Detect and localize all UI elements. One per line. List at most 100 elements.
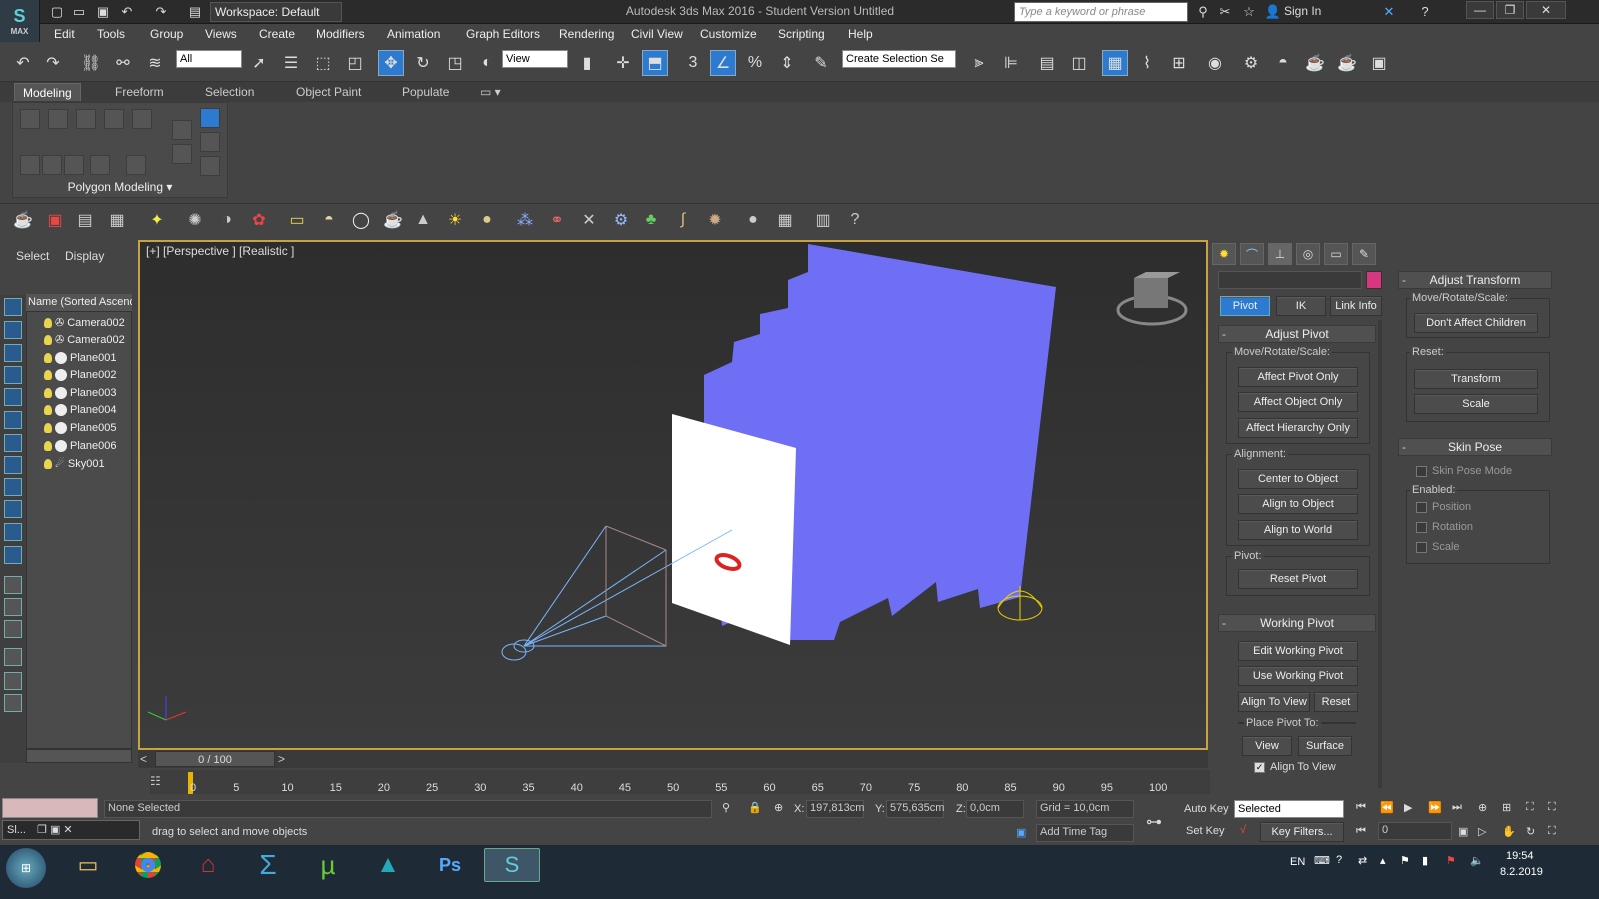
scale-checkbox[interactable] <box>1416 542 1427 553</box>
next-frame-icon[interactable]: > <box>278 752 285 766</box>
tray-expand-icon[interactable]: ▴ <box>1380 854 1386 867</box>
scene-tab-select[interactable]: Select <box>16 249 49 263</box>
collapse-icon[interactable]: - <box>1222 327 1226 341</box>
maximize-button[interactable]: ❐ <box>1496 1 1524 19</box>
hierarchy-tab-icon[interactable]: ⊥ <box>1268 243 1292 265</box>
menu-rendering[interactable]: Rendering <box>559 27 614 41</box>
align-to-view-checkbox[interactable]: ✓ <box>1254 762 1265 773</box>
list-item[interactable]: Plane004 <box>44 401 132 418</box>
time-slider[interactable]: 0 / 100 <box>155 751 275 767</box>
menu-edit[interactable]: Edit <box>54 27 75 41</box>
orbit-icon[interactable]: ↻ <box>1526 825 1535 838</box>
display-none-icon[interactable] <box>4 298 22 316</box>
sun-icon[interactable]: ☀ <box>442 207 468 233</box>
open-folder-icon[interactable]: ▭ <box>70 3 88 21</box>
stack-icon[interactable] <box>4 694 22 712</box>
key-mode-toggle-icon[interactable]: ⏮ <box>1356 825 1366 838</box>
play-icon[interactable]: ▶ <box>1404 801 1412 814</box>
filter-spacewarps-icon[interactable] <box>4 434 22 452</box>
clock-time[interactable]: 19:54 <box>1506 850 1534 862</box>
panel-scrollbar[interactable] <box>1378 320 1382 788</box>
sphere-icon[interactable]: ◯ <box>348 207 374 233</box>
select-object-icon[interactable]: ➚ <box>246 50 272 76</box>
rollout-adjust-pivot[interactable]: Adjust Pivot <box>1218 325 1376 343</box>
user-icon[interactable]: 👤 <box>1264 3 1282 21</box>
reset-button[interactable]: Reset <box>1314 692 1358 712</box>
menu-help[interactable]: Help <box>848 27 873 41</box>
maxscript-listener[interactable] <box>2 798 98 818</box>
tangent-icon[interactable]: √ <box>1240 824 1246 836</box>
track-bar[interactable] <box>150 770 1210 794</box>
align-to-object-button[interactable]: Align to Object <box>1238 494 1358 514</box>
add-time-tag-button[interactable]: Add Time Tag <box>1036 824 1134 842</box>
tab-ik[interactable]: IK <box>1276 296 1326 316</box>
list-item[interactable]: Plane005 <box>44 419 132 436</box>
tray-app-icon[interactable]: ⇄ <box>1358 854 1367 867</box>
layer-explorer-icon[interactable]: ▤ <box>1034 50 1060 76</box>
utilities-tab-icon[interactable]: ✎ <box>1352 243 1376 265</box>
column-header-name[interactable]: Name (Sorted Ascend <box>26 294 132 312</box>
current-frame-field[interactable]: 0 <box>1378 822 1452 840</box>
light-bulb-icon[interactable] <box>44 404 52 415</box>
document-icon[interactable] <box>4 620 22 638</box>
tab-object-paint[interactable]: Object Paint <box>296 85 361 99</box>
link-icon[interactable]: ⛓ <box>78 50 104 76</box>
filter-xrefs-icon[interactable] <box>4 478 22 496</box>
tab-selection[interactable]: Selection <box>205 85 254 99</box>
collapse-icon[interactable]: - <box>1222 616 1226 630</box>
poly-tool-icon[interactable] <box>104 109 124 129</box>
script-mini-window[interactable]: Sl... ❐ ▣ ✕ <box>2 820 140 840</box>
rendered-frame-window-icon[interactable]: ◓ <box>1270 50 1296 76</box>
z-coordinate-field[interactable]: 0,0cm <box>966 800 1024 818</box>
next-key-icon[interactable]: ⏩ <box>1428 801 1442 814</box>
white-plane[interactable] <box>672 414 796 645</box>
maximize-viewport-icon[interactable]: ⛶ <box>1548 825 1556 838</box>
poly-tool-icon[interactable] <box>42 155 62 175</box>
binoculars-icon[interactable]: ⚲ <box>1194 3 1212 21</box>
time-config-icon[interactable]: ▣ <box>1458 825 1468 838</box>
undo-icon[interactable]: ↶ <box>10 50 36 76</box>
grid-list-icon[interactable]: ▦ <box>104 207 130 233</box>
list-item[interactable]: Plane002 <box>44 366 132 383</box>
checker-icon[interactable]: ▦ <box>772 207 798 233</box>
particle-icon[interactable]: ⁂ <box>512 207 538 233</box>
collapse-icon[interactable]: - <box>1402 273 1406 287</box>
undo-icon[interactable]: ↶ <box>118 3 136 21</box>
mirror-icon[interactable]: ⫸ <box>966 50 992 76</box>
app-logo[interactable]: S MAX <box>0 0 40 42</box>
teapot-shape-icon[interactable]: ☕ <box>380 207 406 233</box>
tab-populate[interactable]: Populate <box>402 85 449 99</box>
filter-containers-icon[interactable] <box>4 523 22 541</box>
action-center-flag-icon[interactable]: ⚑ <box>1400 854 1410 867</box>
material-ball-icon[interactable]: ● <box>740 207 766 233</box>
reset-pivot-button[interactable]: Reset Pivot <box>1238 569 1358 589</box>
security-icon[interactable]: ⚑ <box>1446 854 1456 867</box>
horizontal-scrollbar[interactable] <box>26 749 132 763</box>
motion-tab-icon[interactable]: ◎ <box>1296 243 1320 265</box>
light-lister-icon[interactable]: ✦ <box>144 207 170 233</box>
goto-end-icon[interactable]: ⏭ <box>1452 801 1462 814</box>
object-color-swatch[interactable] <box>1366 271 1382 289</box>
viewcube[interactable] <box>1116 272 1188 326</box>
edit-working-pivot-button[interactable]: Edit Working Pivot <box>1238 641 1358 661</box>
camera-icon[interactable]: ✺ <box>182 207 208 233</box>
hair-icon[interactable]: ∫ <box>670 207 696 233</box>
set-key-button[interactable]: Set Key <box>1186 825 1225 837</box>
light-bulb-icon[interactable] <box>44 369 52 380</box>
unlink-icon[interactable]: ⚯ <box>110 50 136 76</box>
layers-icon[interactable]: ◫ <box>1066 50 1092 76</box>
edit-named-selection-icon[interactable]: ✎ <box>808 50 834 76</box>
toggle-ribbon-icon[interactable]: ▦ <box>1102 50 1128 76</box>
manipulate-icon[interactable]: ✛ <box>610 50 636 76</box>
selection-filter-dropdown[interactable]: All <box>176 50 242 68</box>
window-crossing-icon[interactable]: ◰ <box>342 50 368 76</box>
named-selection-dropdown[interactable]: Create Selection Se <box>842 50 956 68</box>
align-to-world-button[interactable]: Align to World <box>1238 520 1358 540</box>
help-icon[interactable]: ? <box>1416 3 1434 21</box>
rollout-adjust-transform[interactable]: Adjust Transform <box>1398 271 1552 289</box>
filter-geometry-icon[interactable] <box>4 321 22 339</box>
maximize-icon[interactable]: ▣ <box>50 824 60 836</box>
zoom-extents-icon[interactable]: ⛶ <box>1526 801 1534 814</box>
select-and-rotate-icon[interactable]: ↻ <box>410 50 436 76</box>
sigma-app-icon[interactable]: Σ <box>240 848 296 882</box>
